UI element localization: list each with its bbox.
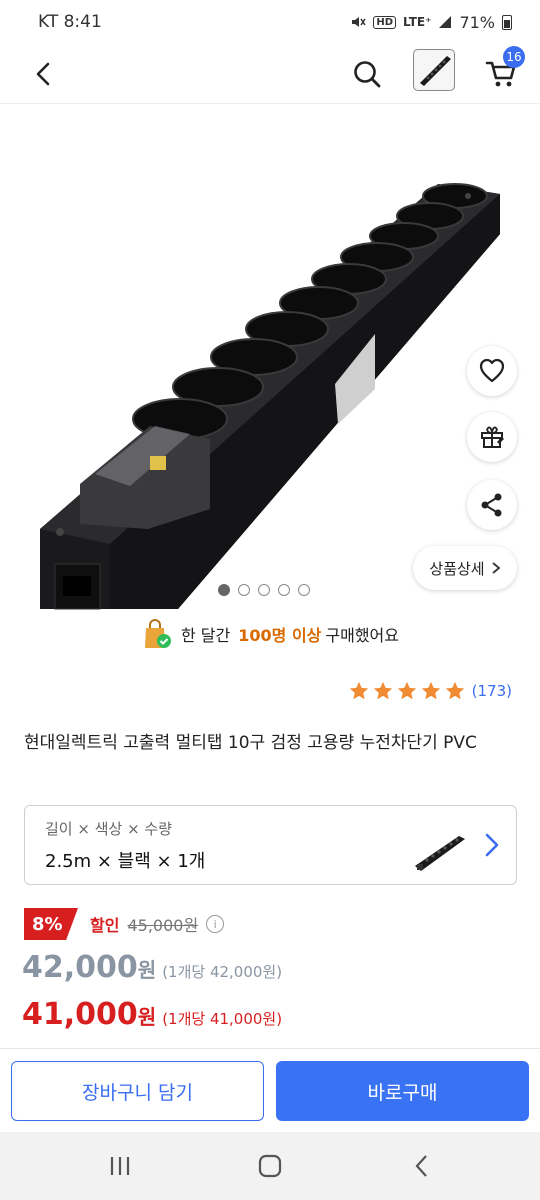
search-icon [354, 61, 381, 88]
chevron-right-icon [485, 833, 499, 857]
shopping-bag-check-icon [145, 619, 171, 648]
mute-icon [352, 17, 366, 27]
system-back-button[interactable] [406, 1150, 438, 1182]
product-thumbnail-button[interactable] [413, 49, 455, 91]
add-to-cart-button[interactable]: 장바구니 담기 [11, 1061, 264, 1121]
gallery-dot-3[interactable] [258, 584, 270, 596]
share-icon [481, 493, 502, 517]
network-label: LTE⁺ [403, 15, 432, 29]
share-button[interactable] [467, 480, 517, 530]
status-icons: HD LTE⁺ 71% [350, 13, 512, 32]
sale-price: 42,000 원 (1개당 42,000원) [22, 950, 282, 985]
power-strip-image [40, 183, 500, 610]
system-nav-bar [0, 1132, 540, 1200]
top-bar: 16 [0, 44, 540, 104]
option-selector[interactable]: 길이 × 색상 × 수량 2.5m × 블랙 × 1개 [24, 805, 517, 885]
buy-now-button[interactable]: 바로구매 [276, 1061, 529, 1121]
home-icon [258, 1154, 282, 1178]
back-arrow-icon [36, 62, 50, 86]
gift-button[interactable] [467, 412, 517, 462]
product-image-gallery[interactable]: 상품상세 [0, 104, 540, 616]
star-icon [445, 681, 464, 700]
option-label: 길이 × 색상 × 수량 [45, 820, 173, 838]
chevron-right-icon [492, 562, 500, 574]
purchase-count-note: 한 달간 100명 이상 구매했어요 [0, 614, 540, 654]
purchase-note-prefix: 한 달간 [181, 626, 231, 645]
star-icon [349, 681, 368, 700]
purchase-note-highlight: 100명 이상 [238, 626, 322, 645]
battery-percent: 71% [459, 12, 495, 32]
gift-icon [481, 426, 504, 448]
status-bar: KT 8:41 HD LTE⁺ 71% [0, 0, 540, 44]
discount-rate-badge: 8% [24, 908, 78, 940]
search-button[interactable] [343, 50, 391, 98]
recent-apps-button[interactable] [104, 1150, 136, 1182]
rating[interactable]: (173) [348, 680, 512, 702]
info-icon[interactable]: i [206, 915, 225, 933]
review-count[interactable]: (173) [472, 682, 512, 700]
original-price: 45,000원 [127, 916, 199, 935]
star-icon [421, 681, 440, 700]
battery-icon [502, 14, 512, 30]
power-strip-thumbnail-icon [420, 56, 451, 86]
back-button[interactable] [20, 50, 68, 98]
gallery-dot-1[interactable] [218, 584, 230, 596]
product-detail-button[interactable]: 상품상세 [413, 546, 517, 590]
final-price-won: 원 [137, 1005, 157, 1029]
gallery-dot-4[interactable] [278, 584, 290, 596]
purchase-note-suffix: 구매했어요 [325, 626, 399, 645]
option-value: 2.5m × 블랙 × 1개 [45, 851, 206, 872]
recent-apps-icon [110, 1157, 130, 1175]
final-price-value: 41,000 [22, 997, 138, 1032]
sale-unit-price: (1개당 42,000원) [162, 963, 283, 981]
gallery-dot-5[interactable] [298, 584, 310, 596]
gallery-dot-2[interactable] [238, 584, 250, 596]
back-chevron-icon [415, 1155, 427, 1177]
discount-label: 할인 [90, 916, 120, 935]
star-icon [373, 681, 392, 700]
hd-icon: HD [373, 15, 397, 29]
sale-price-won: 원 [137, 958, 157, 982]
option-thumbnail-icon [415, 836, 465, 871]
wishlist-button[interactable] [467, 346, 517, 396]
product-title: 현대일렉트릭 고출력 멀티탭 10구 검정 고용량 누전차단기 PVC [24, 733, 477, 753]
cart-count-badge: 16 [503, 46, 525, 68]
bottom-action-bar: 장바구니 담기 바로구매 [0, 1048, 540, 1133]
gallery-pagination [218, 584, 310, 596]
home-button[interactable] [254, 1150, 286, 1182]
heart-icon [479, 358, 505, 383]
star-icon [397, 681, 416, 700]
final-unit-price: (1개당 41,000원) [162, 1010, 283, 1028]
final-price: 41,000 원 (1개당 41,000원) [22, 997, 282, 1032]
sale-price-value: 42,000 [22, 950, 138, 985]
product-detail-label: 상품상세 [429, 559, 485, 578]
signal-icon [439, 16, 452, 28]
carrier-time: KT 8:41 [38, 12, 102, 32]
discount-row: 8% 할인 45,000원 i [24, 908, 225, 940]
